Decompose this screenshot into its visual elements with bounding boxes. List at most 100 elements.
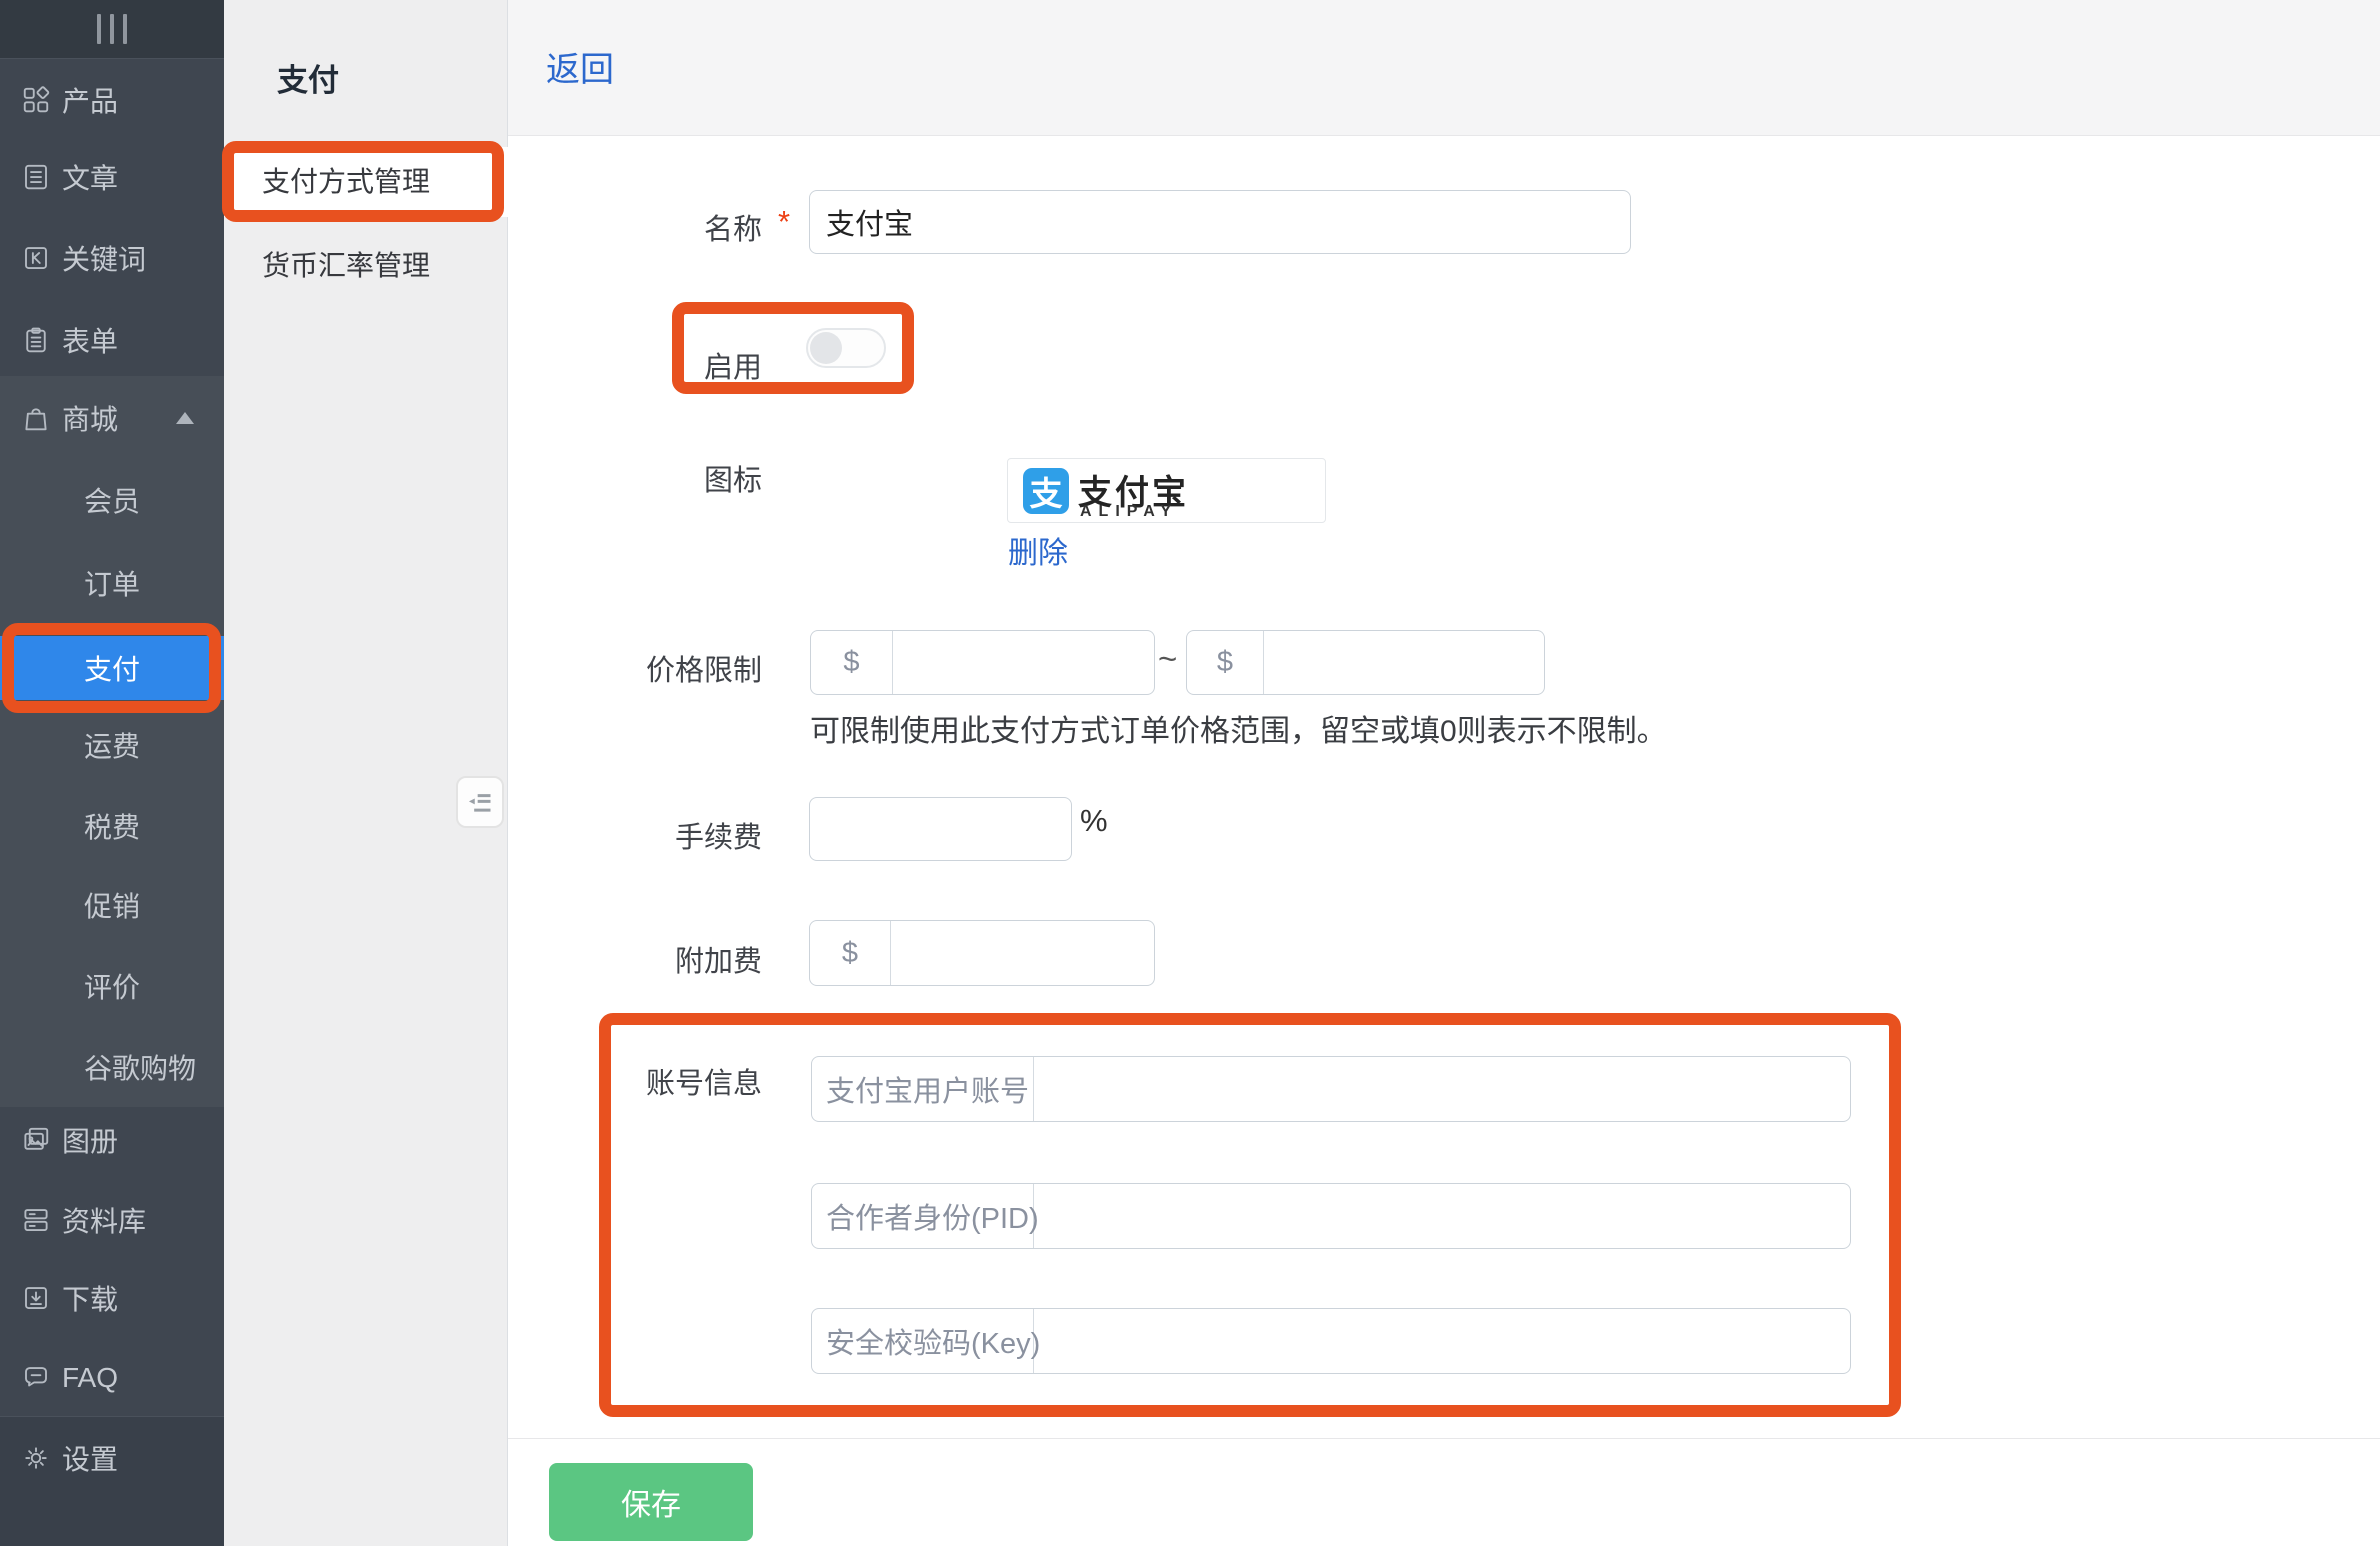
sidebar-item-label: 设置 bbox=[62, 1438, 118, 1478]
sidebar-item-reviews[interactable]: 评价 bbox=[0, 956, 224, 1016]
price-limit-label: 价格限制 bbox=[508, 647, 762, 689]
submenu-label: 促销 bbox=[84, 885, 140, 925]
chevron-up-icon bbox=[176, 412, 194, 424]
keywords-icon bbox=[21, 243, 51, 273]
partner-pid-group: 合作者身份(PID) bbox=[811, 1183, 1851, 1249]
sidebar-collapse-icon[interactable] bbox=[88, 14, 136, 44]
library-icon bbox=[21, 1205, 51, 1235]
form-footer: 保存 bbox=[508, 1438, 2380, 1546]
sidebar-item-downloads[interactable]: 下载 bbox=[0, 1258, 224, 1338]
toggle-knob bbox=[810, 332, 842, 364]
alipay-glyph-icon: 支 bbox=[1023, 468, 1069, 514]
products-icon bbox=[21, 85, 51, 115]
percent-suffix: % bbox=[1080, 803, 1108, 839]
sidebar-item-promotion[interactable]: 促销 bbox=[0, 875, 224, 935]
alipay-account-group: 支付宝用户账号 bbox=[811, 1056, 1851, 1122]
submenu-label: 评价 bbox=[84, 966, 140, 1006]
subpanel-title: 支付 bbox=[277, 55, 339, 100]
mall-icon bbox=[21, 403, 51, 433]
sidebar-item-payment[interactable]: 支付 bbox=[0, 636, 224, 700]
subpanel-item-label: 货币汇率管理 bbox=[262, 250, 430, 281]
subpanel-item-label: 支付方式管理 bbox=[262, 166, 430, 197]
sidebar-item-articles[interactable]: 文章 bbox=[0, 137, 224, 217]
settings-icon bbox=[21, 1443, 51, 1473]
panel-collapse-button[interactable] bbox=[456, 776, 504, 828]
submenu-label: 订单 bbox=[84, 563, 140, 603]
price-max-group: $ bbox=[1186, 630, 1545, 695]
fee-input[interactable] bbox=[809, 797, 1072, 861]
sidebar-item-products[interactable]: 产品 bbox=[0, 60, 224, 140]
payment-subpanel: 支付 支付方式管理 货币汇率管理 bbox=[224, 0, 508, 1546]
save-button[interactable]: 保存 bbox=[549, 1463, 753, 1541]
fee-label: 手续费 bbox=[508, 814, 762, 856]
sidebar-item-shipping[interactable]: 运费 bbox=[0, 715, 224, 775]
submenu-label: 支付 bbox=[84, 648, 140, 688]
field-prefix: 安全校验码(Key) bbox=[812, 1309, 1034, 1373]
main-content: 返回 名称 * 启用 图标 支 支付宝 ALIPAY 删除 价格限制 $ ~ $… bbox=[508, 0, 2380, 1546]
submenu-label: 会员 bbox=[84, 480, 140, 520]
main-header: 返回 bbox=[508, 0, 2380, 136]
sidebar-top-bar bbox=[0, 0, 224, 59]
faq-icon bbox=[21, 1363, 51, 1393]
surcharge-group: $ bbox=[809, 920, 1155, 986]
sidebar-item-faq[interactable]: FAQ bbox=[0, 1338, 224, 1418]
partner-pid-input[interactable] bbox=[1034, 1184, 1850, 1248]
price-min-input[interactable] bbox=[893, 631, 1154, 694]
delete-icon-link[interactable]: 删除 bbox=[1008, 528, 1068, 572]
alipay-account-input[interactable] bbox=[1034, 1057, 1850, 1121]
subpanel-item-payment-methods[interactable]: 支付方式管理 bbox=[224, 147, 508, 217]
name-label: 名称 bbox=[508, 206, 762, 248]
sidebar-item-settings[interactable]: 设置 bbox=[0, 1418, 224, 1498]
name-input[interactable] bbox=[809, 190, 1631, 254]
sidebar-item-albums[interactable]: 图册 bbox=[0, 1100, 224, 1180]
security-key-input[interactable] bbox=[1034, 1309, 1850, 1373]
sidebar-item-keywords[interactable]: 关键词 bbox=[0, 218, 224, 298]
sidebar-item-label: FAQ bbox=[62, 1362, 118, 1394]
submenu-label: 税费 bbox=[84, 806, 140, 846]
sidebar-item-label: 关键词 bbox=[62, 238, 146, 278]
sidebar-item-label: 资料库 bbox=[62, 1200, 146, 1240]
sidebar-item-library[interactable]: 资料库 bbox=[0, 1180, 224, 1260]
sidebar-item-orders[interactable]: 订单 bbox=[0, 553, 224, 613]
admin-page: 产品 文章 关键词 表单 商城 会员 订单 支付 运费 税费 促销 评价 谷歌购… bbox=[0, 0, 2380, 1546]
icon-label: 图标 bbox=[508, 457, 762, 499]
sidebar-item-google-shopping[interactable]: 谷歌购物 bbox=[0, 1037, 224, 1097]
sidebar-item-label: 产品 bbox=[62, 80, 118, 120]
price-limit-hint: 可限制使用此支付方式订单价格范围，留空或填0则表示不限制。 bbox=[810, 706, 1667, 750]
required-asterisk: * bbox=[778, 204, 790, 240]
sidebar-item-mall[interactable]: 商城 bbox=[0, 378, 224, 458]
alipay-logo-en: ALIPAY bbox=[1080, 503, 1178, 521]
field-prefix: 支付宝用户账号 bbox=[812, 1057, 1034, 1121]
main-sidebar: 产品 文章 关键词 表单 商城 会员 订单 支付 运费 税费 促销 评价 谷歌购… bbox=[0, 0, 224, 1546]
articles-icon bbox=[21, 162, 51, 192]
field-prefix: 合作者身份(PID) bbox=[812, 1184, 1034, 1248]
downloads-icon bbox=[21, 1283, 51, 1313]
enable-toggle[interactable] bbox=[806, 328, 886, 368]
sidebar-item-label: 下载 bbox=[62, 1278, 118, 1318]
range-separator: ~ bbox=[1158, 640, 1177, 678]
albums-icon bbox=[21, 1125, 51, 1155]
sidebar-item-label: 图册 bbox=[62, 1120, 118, 1160]
sidebar-item-label: 商城 bbox=[62, 398, 118, 438]
currency-prefix: $ bbox=[1187, 631, 1264, 694]
sidebar-item-label: 表单 bbox=[62, 320, 118, 360]
currency-prefix: $ bbox=[811, 631, 893, 694]
enable-label: 启用 bbox=[508, 344, 762, 386]
price-min-group: $ bbox=[810, 630, 1155, 695]
price-max-input[interactable] bbox=[1264, 631, 1544, 694]
collapse-menu-icon bbox=[466, 788, 494, 816]
back-link[interactable]: 返回 bbox=[546, 42, 614, 91]
sidebar-item-members[interactable]: 会员 bbox=[0, 470, 224, 530]
forms-icon bbox=[21, 325, 51, 355]
security-key-group: 安全校验码(Key) bbox=[811, 1308, 1851, 1374]
sidebar-item-tax[interactable]: 税费 bbox=[0, 796, 224, 856]
surcharge-label: 附加费 bbox=[508, 938, 762, 980]
sidebar-item-forms[interactable]: 表单 bbox=[0, 300, 224, 380]
subpanel-item-currency-rates[interactable]: 货币汇率管理 bbox=[224, 231, 508, 301]
submenu-label: 运费 bbox=[84, 725, 140, 765]
surcharge-input[interactable] bbox=[891, 921, 1154, 985]
submenu-label: 谷歌购物 bbox=[84, 1047, 196, 1087]
account-info-label: 账号信息 bbox=[508, 1060, 762, 1102]
sidebar-item-label: 文章 bbox=[62, 157, 118, 197]
alipay-logo-image: 支 支付宝 ALIPAY bbox=[1007, 458, 1326, 523]
